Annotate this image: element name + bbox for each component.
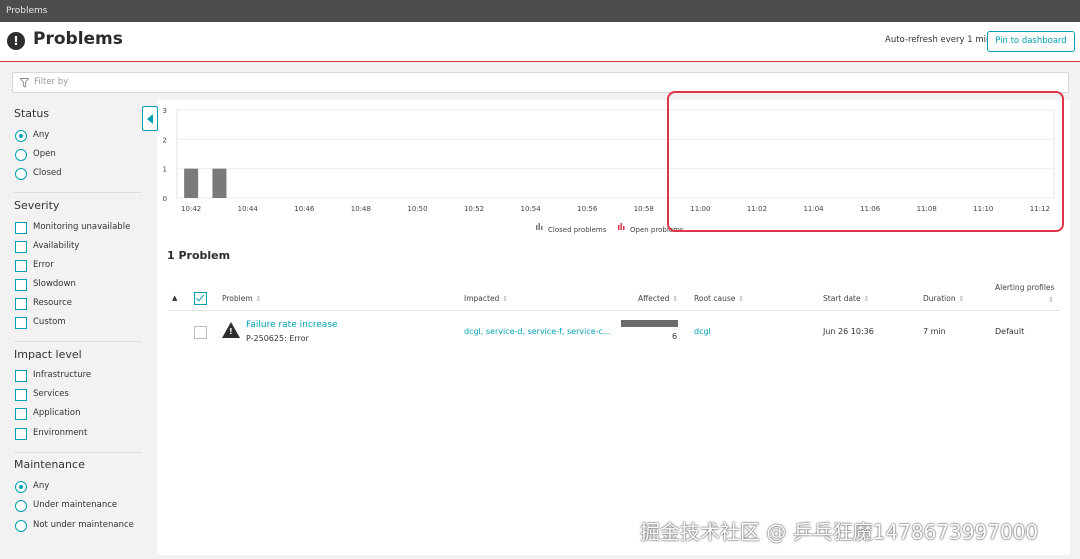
sort-icon: ⇕ — [255, 295, 262, 303]
chart-y-tick-label: 3 — [163, 107, 167, 115]
maintenance-title: Maintenance — [14, 458, 85, 471]
checkbox[interactable] — [15, 298, 27, 310]
checkbox[interactable] — [15, 408, 27, 420]
legend-swatch-bar — [623, 226, 625, 230]
sort-icon: ⇕ — [958, 295, 965, 303]
chart-y-tick-label: 2 — [163, 136, 167, 144]
column-header-alerting-profiles[interactable]: Alerting profiles ⇕ — [995, 282, 1055, 304]
page-title: Problems — [33, 29, 123, 49]
affected-count: 6 — [672, 332, 678, 341]
root-cause-link[interactable]: dcgl — [694, 327, 711, 336]
alert-circle-icon: ! — [7, 32, 25, 50]
radio[interactable] — [15, 500, 27, 512]
radio[interactable] — [15, 168, 27, 180]
row-checkbox[interactable] — [194, 326, 207, 339]
chart-x-tick-label: 10:44 — [238, 205, 259, 213]
divider — [14, 452, 142, 453]
radio[interactable] — [15, 520, 27, 532]
chart-x-tick-label: 10:46 — [294, 205, 315, 213]
filter-input[interactable]: Filter by — [12, 72, 1069, 93]
radio[interactable] — [15, 149, 27, 161]
chart-bar-closed — [212, 168, 227, 198]
pin-to-dashboard-button[interactable]: Pin to dashboard — [987, 31, 1075, 52]
radio-selected[interactable] — [15, 481, 27, 493]
legend-swatch-bar — [620, 223, 622, 230]
window-titlebar: Problems — [0, 0, 1080, 22]
chart-x-tick-label: 10:58 — [634, 205, 654, 213]
column-header-root-cause[interactable]: Root cause ⇕ — [694, 294, 744, 303]
divider — [14, 192, 142, 193]
column-header-problem[interactable]: Problem ⇕ — [222, 294, 262, 303]
funnel-icon — [20, 78, 29, 88]
chart-x-tick-label: 10:54 — [521, 205, 542, 213]
checkbox[interactable] — [15, 241, 27, 253]
sort-icon: ⇕ — [863, 295, 870, 303]
collapse-all-icon[interactable]: ▲ — [172, 294, 177, 302]
checkbox[interactable] — [15, 260, 27, 272]
column-header-affected[interactable]: Affected ⇕ — [638, 294, 678, 303]
sort-icon: ⇕ — [672, 295, 679, 303]
status-title: Status — [14, 107, 50, 120]
chart-x-tick-label: 10:48 — [351, 205, 371, 213]
page-header: ! Problems Auto-refresh every 1 min Pin … — [0, 22, 1080, 62]
window-title: Problems — [6, 6, 48, 16]
chart-x-tick-label: 10:50 — [407, 205, 427, 213]
auto-refresh-label[interactable]: Auto-refresh every 1 min — [885, 35, 991, 45]
warning-exclamation: ! — [229, 327, 233, 336]
checkbox[interactable] — [15, 317, 27, 329]
checkbox[interactable] — [15, 222, 27, 234]
problem-id: P-250625: Error — [246, 334, 309, 343]
divider — [14, 341, 142, 342]
checkbox[interactable] — [15, 370, 27, 382]
chart-x-tick-label: 10:52 — [464, 205, 484, 213]
problem-title-link[interactable]: Failure rate increase — [246, 320, 338, 330]
filter-placeholder: Filter by — [34, 77, 69, 87]
legend-swatch-bar — [618, 225, 620, 230]
column-header-impacted[interactable]: Impacted ⇕ — [464, 294, 508, 303]
sort-icon: ⇕ — [502, 295, 509, 303]
impact-title: Impact level — [14, 348, 82, 361]
alerting-profile: Default — [995, 327, 1025, 336]
sort-icon: ⇕ — [1048, 296, 1054, 304]
chart-y-tick-label: 0 — [163, 195, 167, 203]
table-header-divider — [168, 310, 1060, 311]
chart-x-tick-label: 10:56 — [577, 205, 598, 213]
legend-label-closed: Closed problems — [548, 226, 607, 234]
column-header-duration[interactable]: Duration ⇕ — [923, 294, 964, 303]
duration: 7 min — [923, 327, 946, 336]
select-all-checkbox[interactable] — [194, 292, 207, 305]
legend-swatch-bar — [538, 223, 540, 230]
watermark-text: 掘金技术社区 @ 乒乓狂魔1478673997000 — [640, 520, 1039, 544]
impacted-entities-link[interactable]: dcgl, service-d, service-f, service-c... — [464, 327, 611, 336]
legend-swatch-bar — [536, 225, 538, 230]
legend-swatch-bar — [541, 226, 543, 230]
problem-count: 1 Problem — [167, 249, 231, 262]
collapse-sidebar-button[interactable] — [142, 106, 158, 131]
column-header-start-date[interactable]: Start date ⇕ — [823, 294, 870, 303]
sort-icon: ⇕ — [738, 295, 745, 303]
radio-selected[interactable] — [15, 130, 27, 142]
chart-bar-closed — [184, 168, 199, 198]
severity-title: Severity — [14, 199, 60, 212]
chart-y-tick-label: 1 — [163, 166, 167, 174]
checkbox[interactable] — [15, 428, 27, 440]
annotation-highlight-box — [667, 91, 1064, 232]
affected-bar — [621, 320, 678, 327]
chart-x-tick-label: 10:42 — [181, 205, 201, 213]
checkbox[interactable] — [15, 279, 27, 291]
checkbox[interactable] — [15, 389, 27, 401]
start-date: Jun 26 10:36 — [823, 327, 874, 336]
